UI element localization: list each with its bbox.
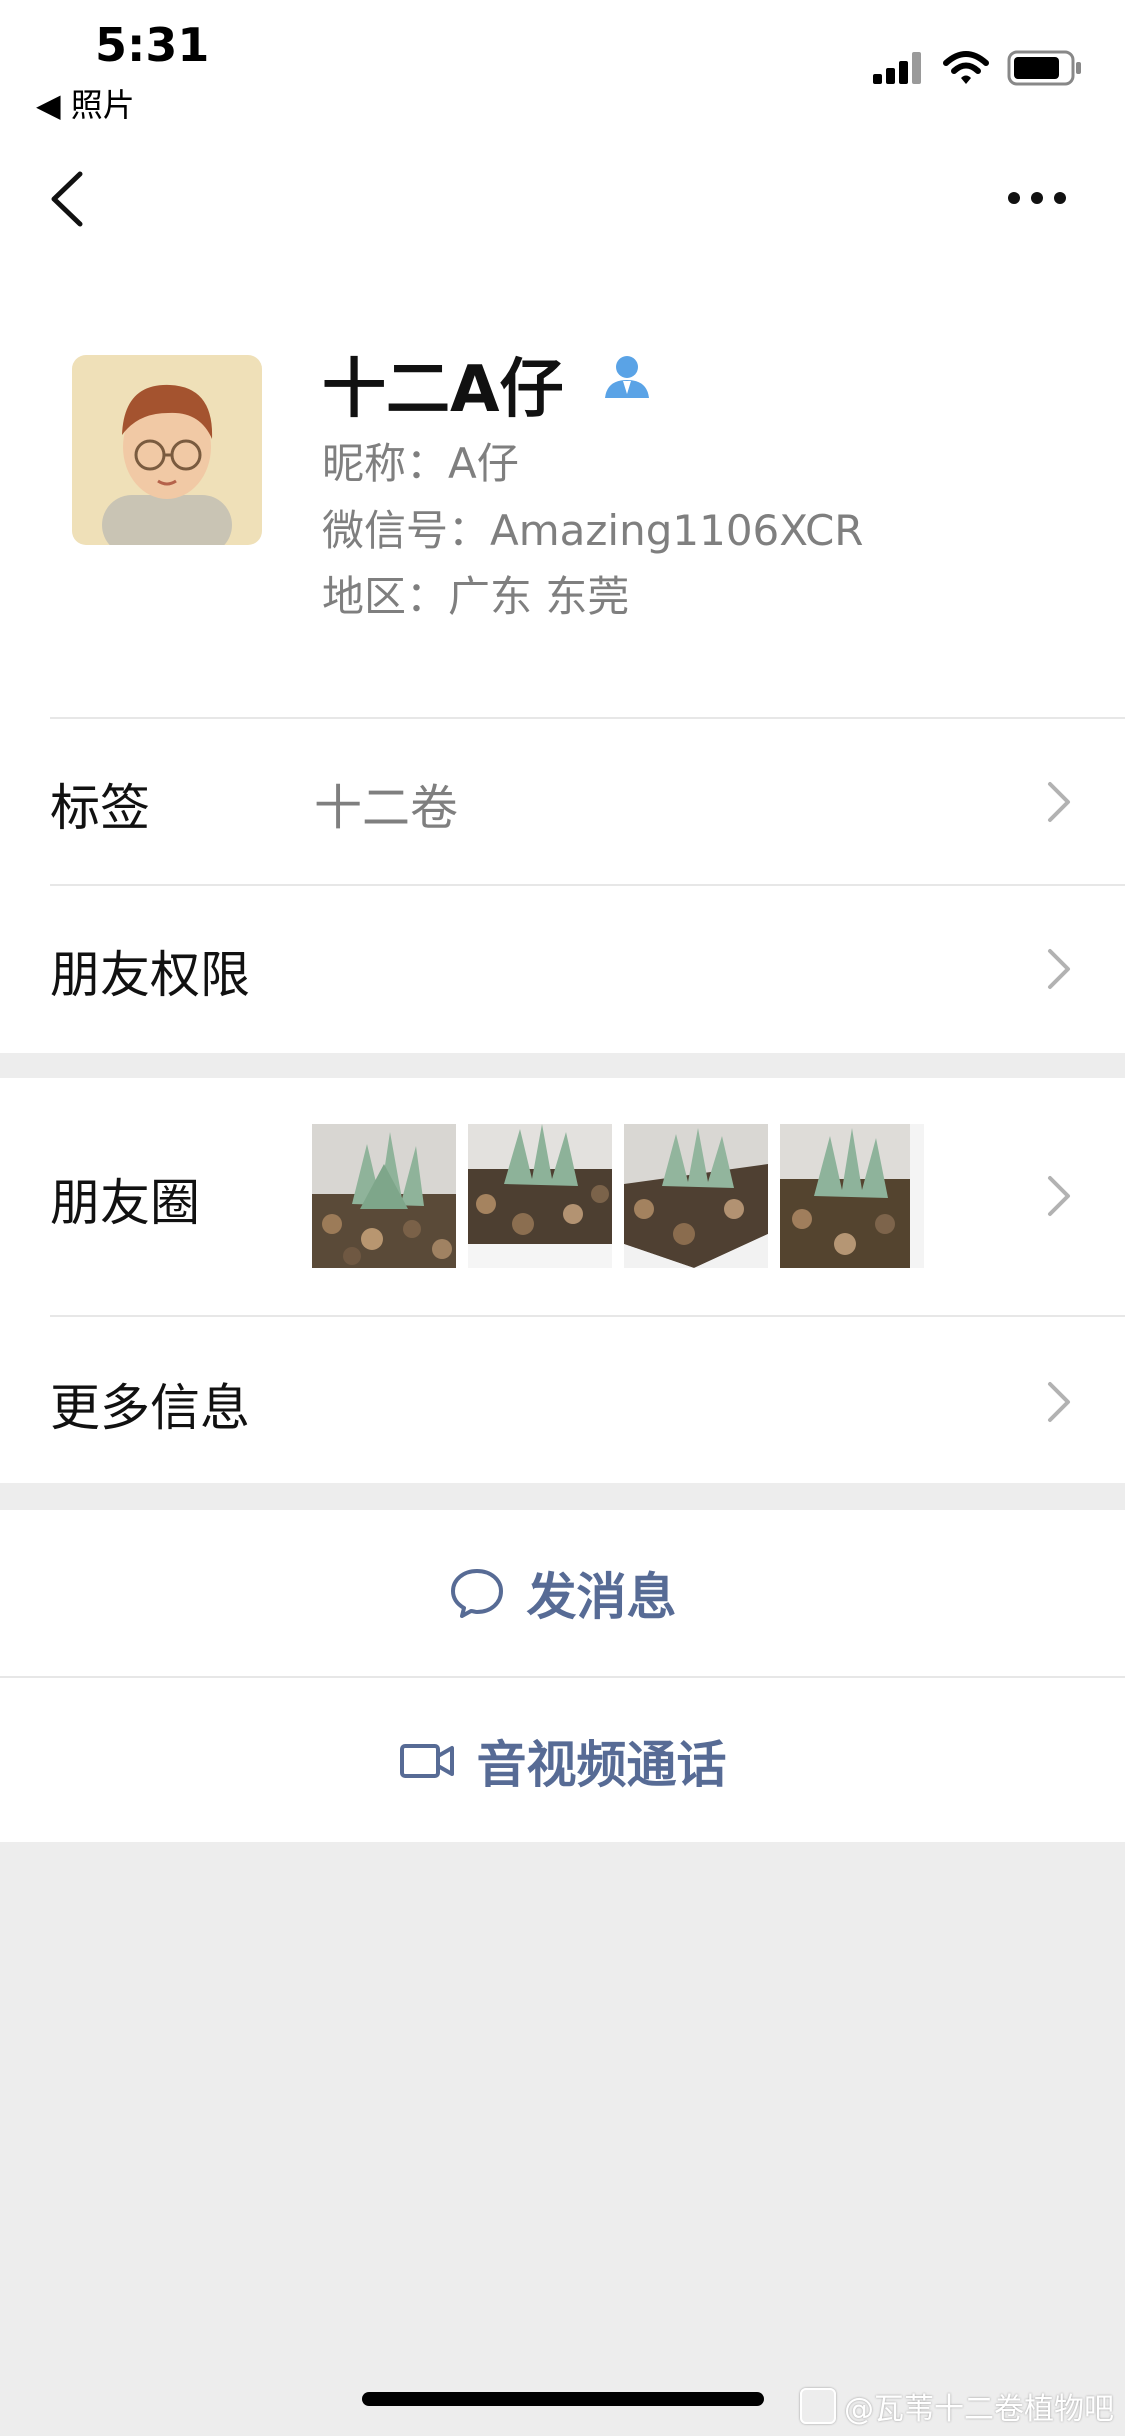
battery-icon — [1007, 50, 1081, 86]
section-separator — [0, 1483, 1125, 1510]
divider — [50, 717, 1125, 719]
send-message-label: 发消息 — [526, 1568, 677, 1626]
divider — [0, 1676, 1125, 1678]
tags-value: 十二卷 — [314, 780, 459, 836]
moments-thumbnail — [312, 1124, 456, 1268]
avatar[interactable] — [72, 355, 262, 545]
watermark-text: @瓦苇十二卷植物吧 — [844, 2392, 1114, 2427]
divider — [50, 884, 1125, 886]
more-dots-icon[interactable] — [1006, 178, 1068, 218]
tags-label: 标签 — [50, 779, 150, 837]
friend-permissions-label: 朋友权限 — [50, 946, 250, 1004]
chevron-right-icon — [1048, 1382, 1070, 1422]
nickname: 昵称：A仔 — [322, 439, 519, 488]
divider — [50, 1315, 1125, 1317]
video-call-label: 音视频通话 — [476, 1736, 727, 1794]
moments-thumbnail — [780, 1124, 924, 1268]
status-time: 5:31 — [95, 18, 210, 72]
cellular-signal-icon — [873, 52, 921, 84]
wechat-id[interactable]: 微信号：Amazing1106XCR — [322, 497, 864, 558]
chevron-left-icon[interactable] — [44, 168, 92, 230]
home-indicator[interactable] — [362, 2392, 764, 2406]
chat-bubble-icon — [450, 1569, 503, 1618]
more-info-label: 更多信息 — [50, 1379, 250, 1437]
chevron-right-icon — [1048, 782, 1070, 822]
weibo-logo-icon — [800, 2388, 836, 2424]
chevron-right-icon — [1048, 1176, 1070, 1216]
section-separator — [0, 1053, 1125, 1078]
moments-thumbnail — [468, 1124, 612, 1268]
avatar-illustration — [72, 355, 262, 545]
moments-thumbnail — [624, 1124, 768, 1268]
person-badge-icon — [605, 356, 649, 398]
region: 地区：广东 东莞 — [322, 572, 630, 621]
video-call-button[interactable]: 音视频通话 — [0, 1708, 1125, 1814]
status-back-to-photos[interactable]: ◀ 照片 — [36, 80, 135, 126]
wifi-icon — [943, 51, 989, 84]
display-name: 十二A仔 — [322, 353, 564, 427]
chevron-right-icon — [1048, 949, 1070, 989]
video-camera-icon — [399, 1744, 454, 1778]
watermark: @瓦苇十二卷植物吧 — [800, 2384, 1114, 2428]
moments-label: 朋友圈 — [50, 1174, 200, 1232]
status-icons — [873, 48, 1083, 88]
send-message-button[interactable]: 发消息 — [0, 1540, 1125, 1646]
